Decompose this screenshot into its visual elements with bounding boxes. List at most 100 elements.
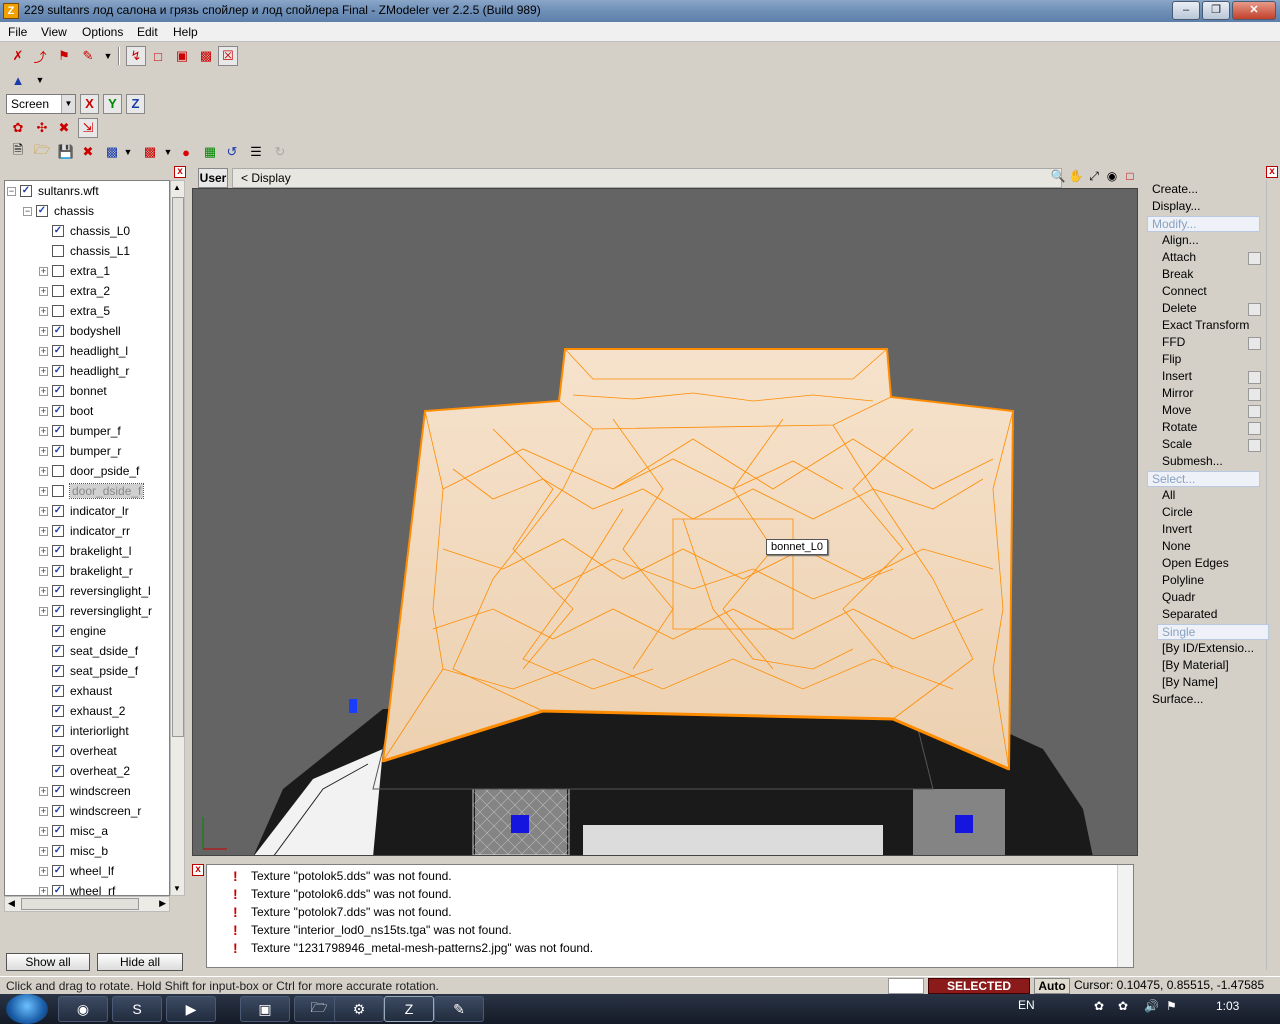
scroll-left-icon[interactable]: ◀ bbox=[8, 898, 15, 909]
tree-item[interactable]: + ✓ windscreen_r bbox=[39, 801, 141, 821]
command-item[interactable]: Align... bbox=[1162, 233, 1199, 247]
command-options-box[interactable] bbox=[1248, 252, 1261, 265]
select-edge-icon[interactable]: ⤴ bbox=[30, 46, 50, 66]
expand-icon[interactable]: + bbox=[39, 826, 48, 836]
command-item[interactable]: Attach bbox=[1162, 250, 1196, 264]
minimize-button[interactable]: – bbox=[1172, 1, 1200, 20]
command-item[interactable]: Invert bbox=[1162, 522, 1192, 536]
command-options-box[interactable] bbox=[1248, 422, 1261, 435]
command-item[interactable]: Single bbox=[1157, 624, 1269, 640]
command-item[interactable]: Separated bbox=[1162, 607, 1217, 621]
command-item[interactable]: All bbox=[1162, 488, 1175, 502]
game-icon[interactable]: ⚙ bbox=[334, 996, 384, 1022]
tree-item[interactable]: + ✓ brakelight_r bbox=[39, 561, 133, 581]
tree-item[interactable]: ✓ overheat bbox=[39, 741, 117, 761]
expand-icon[interactable]: + bbox=[39, 446, 48, 456]
command-item[interactable]: Delete bbox=[1162, 301, 1197, 315]
dropdown-arrow-icon[interactable]: ▼ bbox=[30, 70, 50, 90]
menu-file[interactable]: File bbox=[8, 25, 27, 39]
tree-item[interactable]: ✓ seat_dside_f bbox=[39, 641, 138, 661]
checkbox[interactable]: ✓ bbox=[52, 745, 64, 757]
command-options-box[interactable] bbox=[1248, 405, 1261, 418]
dropdown-arrow-icon[interactable]: ▼ bbox=[158, 142, 178, 162]
tree-item[interactable]: + ✓ headlight_r bbox=[39, 361, 129, 381]
scroll-down-icon[interactable]: ▼ bbox=[173, 884, 181, 893]
menu-edit[interactable]: Edit bbox=[137, 25, 158, 39]
checkbox[interactable]: ✓ bbox=[52, 605, 64, 617]
tree-item[interactable]: + ✓ indicator_rr bbox=[39, 521, 130, 541]
expand-icon[interactable]: + bbox=[39, 286, 48, 296]
command-item[interactable]: None bbox=[1162, 539, 1191, 553]
move-icon[interactable]: ✣ bbox=[32, 118, 52, 138]
expand-icon[interactable]: + bbox=[39, 566, 48, 576]
checkbox[interactable]: ✓ bbox=[52, 565, 64, 577]
checkbox[interactable]: ✓ bbox=[52, 385, 64, 397]
menu-view[interactable]: View bbox=[41, 25, 67, 39]
checkbox[interactable]: ✓ bbox=[52, 525, 64, 537]
close-button[interactable]: ✕ bbox=[1232, 1, 1276, 20]
tree-item[interactable]: ✓ engine bbox=[39, 621, 106, 641]
expand-icon[interactable]: + bbox=[39, 326, 48, 336]
paint-icon[interactable]: ✿ bbox=[8, 118, 28, 138]
firefox-icon[interactable]: ◉ bbox=[58, 996, 108, 1022]
checkbox[interactable]: ✓ bbox=[52, 865, 64, 877]
tree-item[interactable]: + ✓ indicator_lr bbox=[39, 501, 129, 521]
command-item[interactable]: [By Name] bbox=[1162, 675, 1218, 689]
box-icon[interactable]: □ bbox=[148, 46, 168, 66]
box-face-icon[interactable]: ▩ bbox=[196, 46, 216, 66]
expand-icon[interactable]: + bbox=[39, 506, 48, 516]
checkbox[interactable]: ✓ bbox=[52, 705, 64, 717]
material-icon[interactable]: ▦ bbox=[200, 142, 220, 162]
expand-icon[interactable]: + bbox=[39, 406, 48, 416]
expand-icon[interactable]: + bbox=[39, 806, 48, 816]
tree-item[interactable]: + ✓ brakelight_l bbox=[39, 541, 131, 561]
tree-item[interactable]: ✓ chassis_L0 bbox=[39, 221, 130, 241]
checkbox[interactable]: ✓ bbox=[52, 425, 64, 437]
checkbox[interactable]: ✓ bbox=[52, 825, 64, 837]
checkbox[interactable]: ✓ bbox=[52, 345, 64, 357]
tree-item[interactable]: + ✓ bumper_r bbox=[39, 441, 121, 461]
expand-icon[interactable]: + bbox=[39, 266, 48, 276]
space-combo[interactable]: Screen ▼ bbox=[6, 94, 76, 114]
command-item[interactable]: Rotate bbox=[1162, 420, 1197, 434]
pan-hand-icon[interactable]: ✋ bbox=[1068, 168, 1084, 184]
scroll-thumb[interactable] bbox=[21, 898, 139, 910]
tree-item[interactable]: + ✓ wheel_rf bbox=[39, 881, 115, 895]
command-item[interactable]: Scale bbox=[1162, 437, 1192, 451]
command-item[interactable]: Select... bbox=[1147, 471, 1260, 487]
tree-group-chassis[interactable]: − ✓ chassis bbox=[23, 201, 94, 221]
command-scrollbar[interactable] bbox=[1266, 180, 1278, 970]
undo-icon[interactable]: ↺ bbox=[222, 142, 242, 162]
scroll-thumb[interactable] bbox=[172, 197, 184, 737]
command-item[interactable]: Break bbox=[1162, 267, 1193, 281]
collapse-icon[interactable]: − bbox=[7, 186, 16, 196]
checkbox[interactable]: ✓ bbox=[52, 845, 64, 857]
expand-icon[interactable]: + bbox=[39, 346, 48, 356]
tree-item[interactable]: + ✓ bonnet bbox=[39, 381, 107, 401]
tree-item[interactable]: + ✓ reversinglight_l bbox=[39, 581, 151, 601]
tree-item[interactable]: + ✓ boot bbox=[39, 401, 93, 421]
close-icon[interactable]: x bbox=[1266, 166, 1278, 178]
open-folder-icon[interactable]: 🗁 bbox=[32, 142, 52, 162]
checkbox[interactable]: ✓ bbox=[52, 325, 64, 337]
tree-item[interactable]: + ✓ bumper_f bbox=[39, 421, 121, 441]
command-item[interactable]: Flip bbox=[1162, 352, 1181, 366]
dropdown-arrow-icon[interactable]: ▼ bbox=[118, 142, 138, 162]
scroll-up-icon[interactable]: ▲ bbox=[173, 183, 181, 192]
expand-icon[interactable]: + bbox=[39, 386, 48, 396]
tree-item[interactable]: + ✓ reversinglight_r bbox=[39, 601, 152, 621]
command-item[interactable]: Insert bbox=[1162, 369, 1192, 383]
command-item[interactable]: Quadr bbox=[1162, 590, 1195, 604]
viewport-breadcrumb[interactable]: < Display bbox=[232, 168, 1062, 188]
zmodeler-task-icon[interactable]: Z bbox=[384, 996, 434, 1022]
tree-item[interactable]: + door_pside_f bbox=[39, 461, 139, 481]
auto-mode-badge[interactable]: Auto bbox=[1034, 978, 1070, 994]
command-options-box[interactable] bbox=[1248, 439, 1261, 452]
tray-icon[interactable]: ✿ bbox=[1118, 999, 1128, 1013]
scale-icon[interactable]: ⇲ bbox=[78, 118, 98, 138]
tree-horizontal-scrollbar[interactable]: ◀ ▶ bbox=[4, 896, 170, 912]
expand-icon[interactable]: + bbox=[39, 846, 48, 856]
tree-item[interactable]: + ✓ windscreen bbox=[39, 781, 131, 801]
axis-arrow-icon[interactable]: ▲ bbox=[8, 70, 28, 90]
expand-icon[interactable]: + bbox=[39, 486, 48, 496]
